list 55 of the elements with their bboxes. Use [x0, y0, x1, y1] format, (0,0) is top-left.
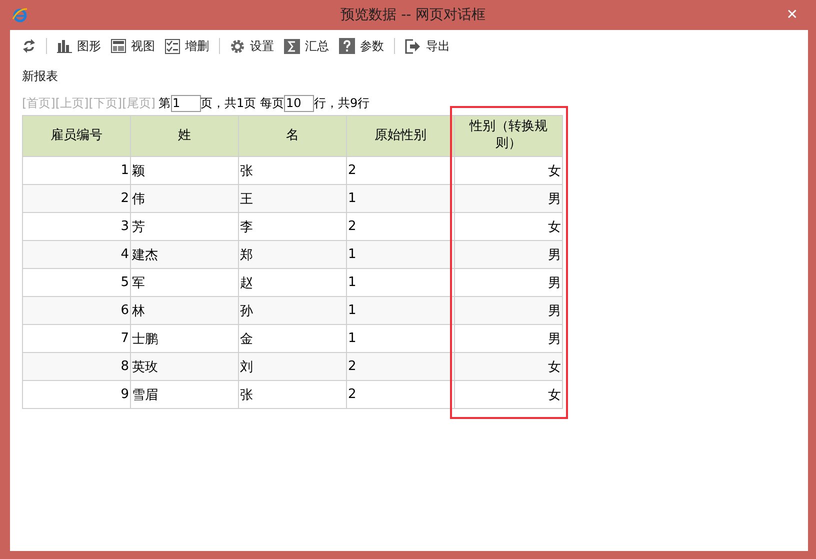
toolbar-button[interactable] [22, 39, 36, 53]
table-cell: 8 [22, 352, 130, 380]
window-title: 预览数据 -- 网页对话框 [340, 6, 487, 24]
table-cell: 英玫 [130, 352, 238, 380]
table-cell: 4 [22, 240, 130, 268]
column-header: 原始性别 [346, 116, 454, 156]
checklist-icon [165, 38, 180, 54]
toolbar-button[interactable]: 参数 [339, 38, 384, 54]
pager-text: 页，共1页 每页 [200, 94, 284, 112]
refresh-icon [22, 39, 36, 53]
table-cell: 6 [22, 296, 130, 324]
table-cell: 男 [454, 240, 562, 268]
page-input[interactable]: 1 [170, 94, 200, 112]
table-cell: 女 [454, 380, 562, 408]
column-header: 雇员编号 [22, 116, 130, 156]
rows-per-page-input[interactable]: 10 [284, 94, 314, 112]
table-cell: 1 [346, 240, 454, 268]
pager-text: 第 [158, 94, 170, 112]
table-cell: 9 [22, 380, 130, 408]
column-header: 性别（转换规则） [454, 116, 562, 156]
table-cell: 林 [130, 296, 238, 324]
table-cell: 刘 [238, 352, 346, 380]
layout-icon [111, 39, 126, 53]
export-icon [405, 38, 421, 54]
sigma-icon [284, 38, 300, 54]
table-cell: 女 [454, 352, 562, 380]
bar-chart-icon [57, 39, 72, 53]
help-icon [339, 38, 355, 54]
toolbar-button[interactable]: 图形 [57, 38, 101, 54]
table-cell: 2 [346, 352, 454, 380]
table-cell: 男 [454, 184, 562, 212]
toolbar-button[interactable]: 视图 [111, 38, 155, 54]
column-header: 姓 [130, 116, 238, 156]
table-cell: 1 [346, 184, 454, 212]
close-button[interactable]: ✕ [778, 7, 806, 23]
table-cell: 孙 [238, 296, 346, 324]
toolbar-button[interactable]: 设置 [230, 38, 274, 54]
table-cell: 雪眉 [130, 380, 238, 408]
toolbar-button[interactable]: 导出 [405, 38, 450, 54]
report-title: 新报表 [22, 68, 59, 85]
table-cell: 2 [22, 184, 130, 212]
table-cell: 男 [454, 296, 562, 324]
table-cell: 伟 [130, 184, 238, 212]
table-cell: 张 [238, 380, 346, 408]
toolbar-button[interactable]: 汇总 [284, 38, 329, 54]
toolbar-button[interactable]: 增删 [165, 38, 209, 54]
table-cell: 1 [346, 296, 454, 324]
table-cell: 王 [238, 184, 346, 212]
settings-icon [230, 38, 245, 54]
browser-logo-icon [12, 7, 28, 23]
column-header: 名 [238, 116, 346, 156]
pager-text: 行，共9行 [314, 94, 370, 112]
table-cell: 建杰 [130, 240, 238, 268]
table-cell: 郑 [238, 240, 346, 268]
table-cell: 2 [346, 380, 454, 408]
